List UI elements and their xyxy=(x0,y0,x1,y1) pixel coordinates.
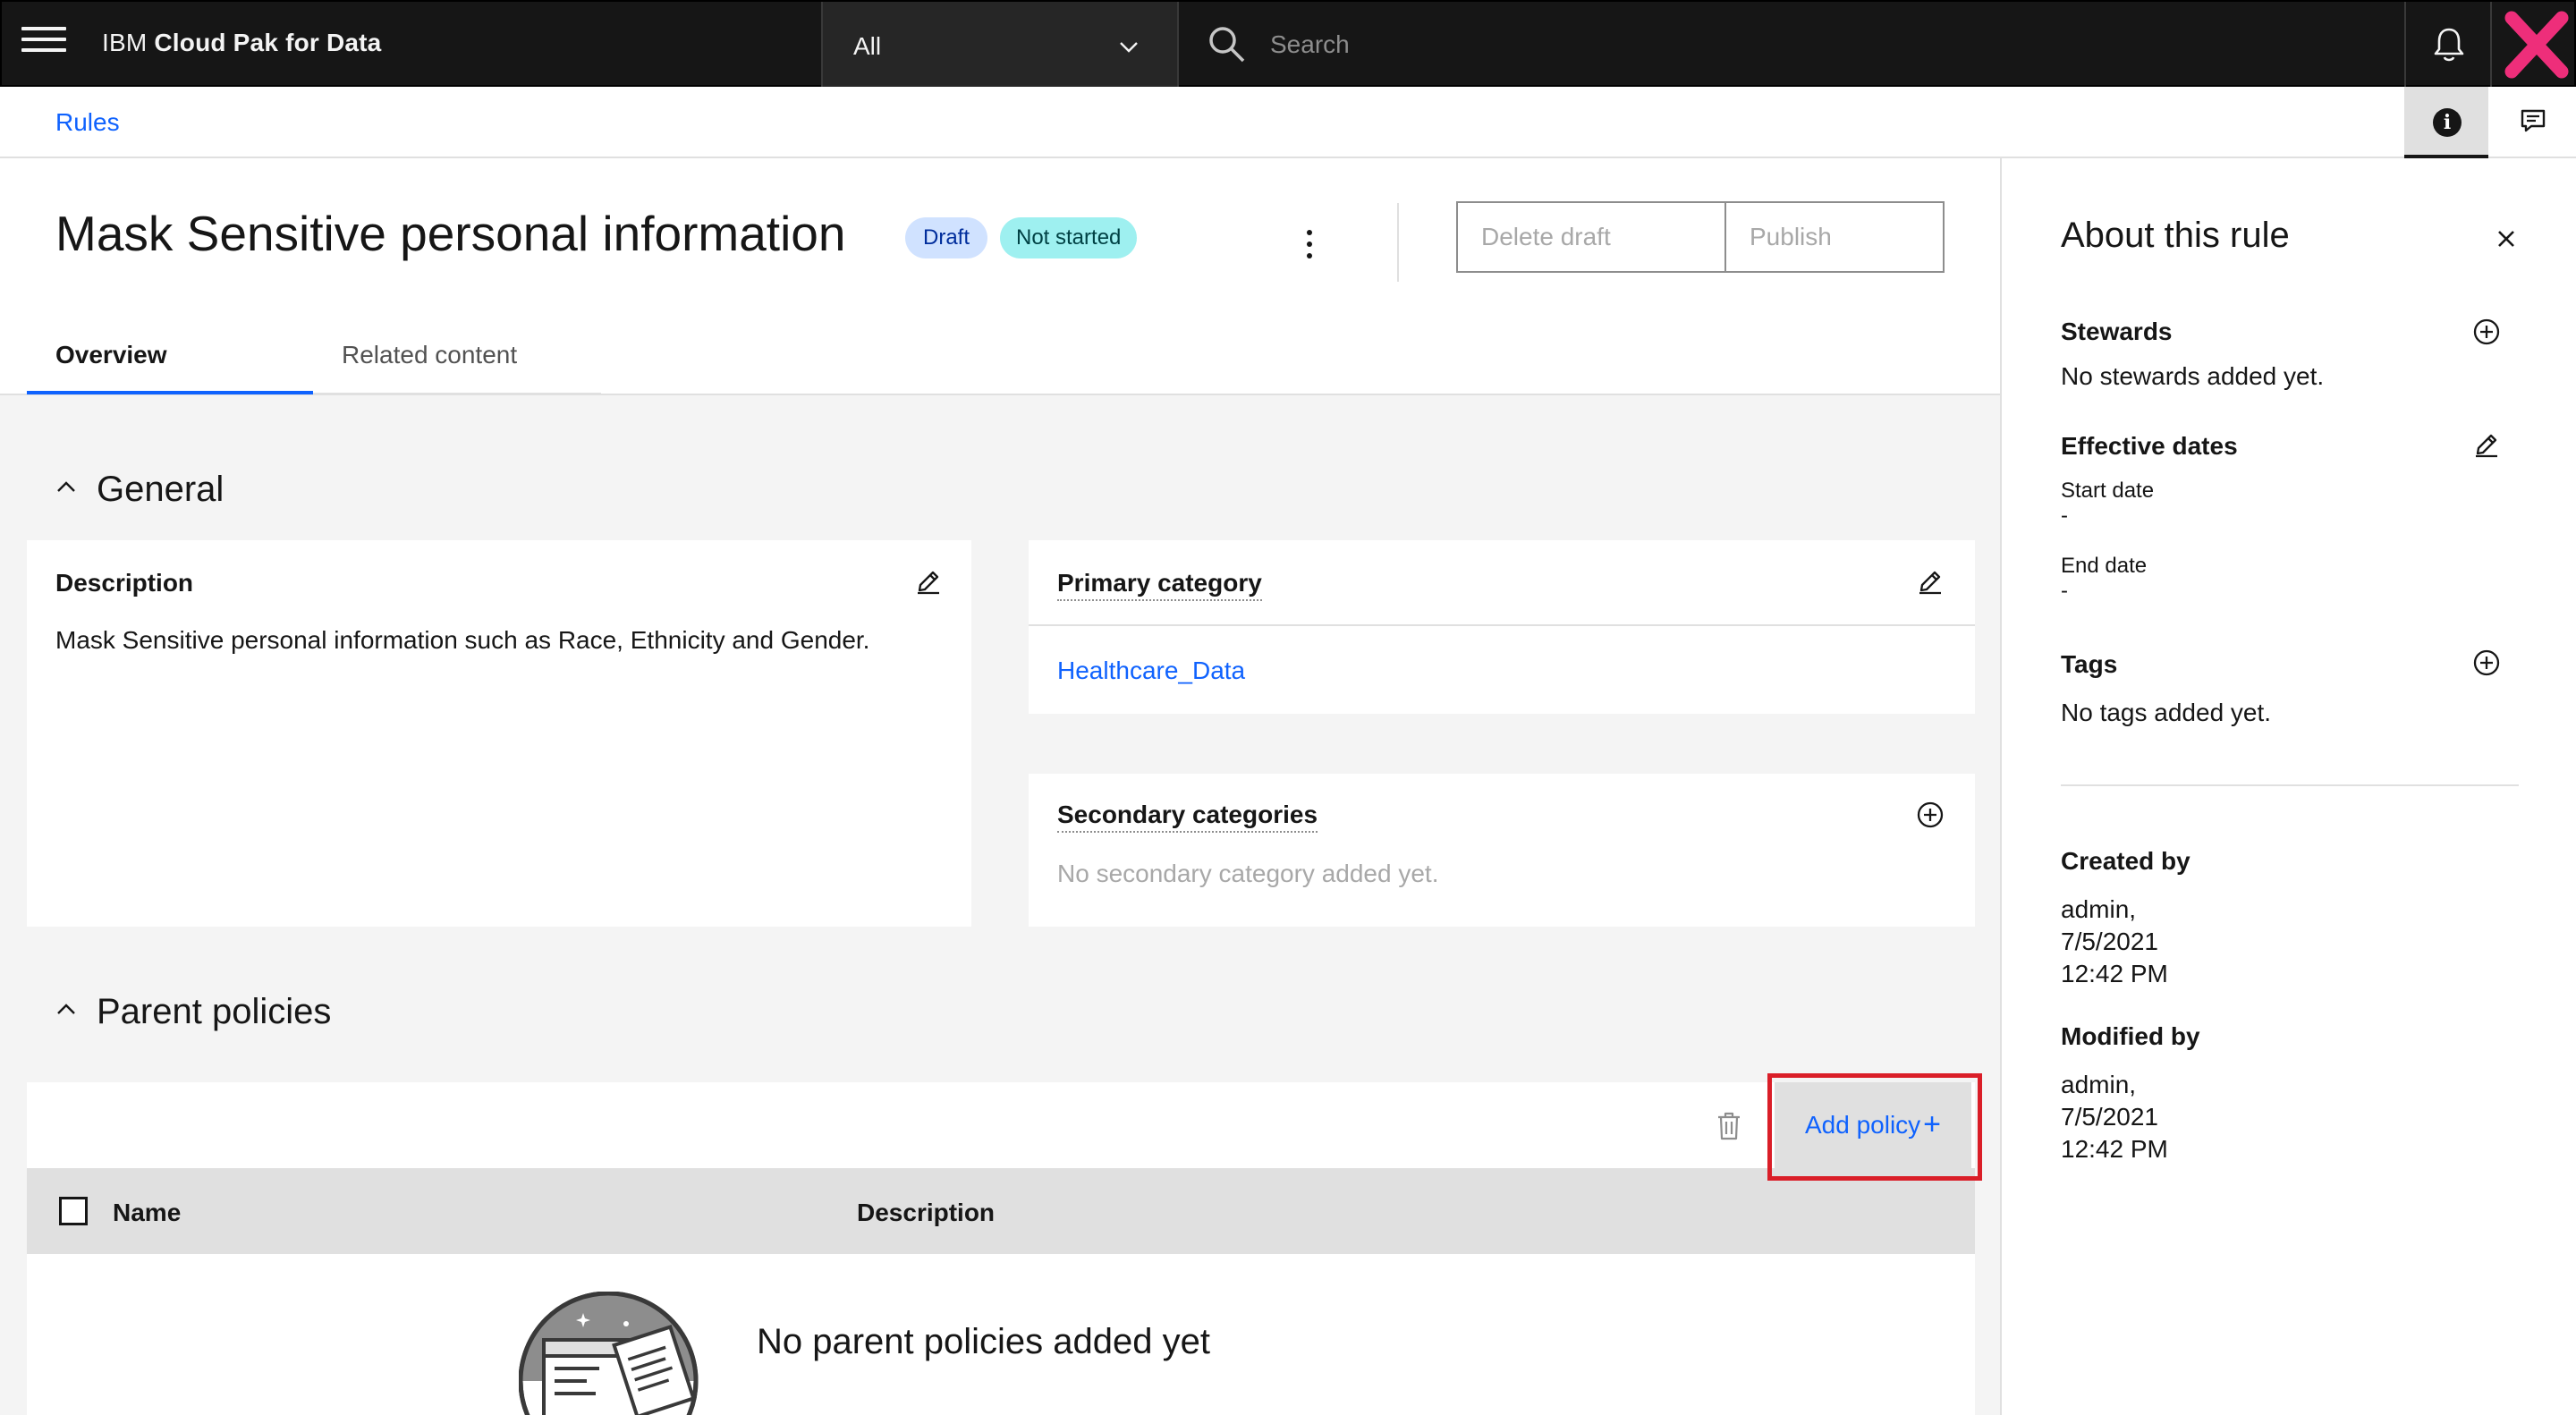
select-all-checkbox[interactable] xyxy=(59,1197,88,1225)
breadcrumb-bar: Rules i xyxy=(0,87,2576,158)
top-navigation-bar: IBM Cloud Pak for Data All Search xyxy=(0,0,2576,89)
chevron-down-icon xyxy=(1120,42,1138,53)
column-header-description[interactable]: Description xyxy=(857,1199,995,1227)
delete-draft-button[interactable]: Delete draft xyxy=(1456,201,1726,273)
description-title: Description xyxy=(55,569,194,597)
publish-button[interactable]: Publish xyxy=(1726,201,1945,273)
primary-category-link[interactable]: Healthcare_Data xyxy=(1057,657,1245,685)
modified-by-time: 12:42 PM xyxy=(2061,1135,2168,1163)
start-date-value: - xyxy=(2061,504,2068,528)
chat-icon xyxy=(2521,109,2546,132)
user-avatar-button[interactable] xyxy=(2490,2,2576,89)
breadcrumb-link-rules[interactable]: Rules xyxy=(55,108,120,137)
add-circle-icon[interactable] xyxy=(1914,799,1946,831)
edit-icon[interactable] xyxy=(2470,428,2503,461)
chevron-up-icon xyxy=(57,1004,75,1014)
primary-category-card: Primary category Healthcare_Data xyxy=(1029,540,1975,714)
search-icon[interactable] xyxy=(1206,23,1249,66)
status-badge: Not started xyxy=(1000,217,1138,258)
about-rule-panel: About this rule Stewards No stewards add… xyxy=(2004,158,2576,1415)
close-icon xyxy=(2504,11,2569,79)
end-date-value: - xyxy=(2061,579,2068,603)
end-date-label: End date xyxy=(2061,554,2148,578)
panel-title: About this rule xyxy=(2061,216,2290,255)
trash-icon[interactable] xyxy=(1716,1111,1742,1141)
add-circle-icon[interactable] xyxy=(2470,316,2503,348)
secondary-categories-card: Secondary categories No secondary catego… xyxy=(1029,774,1975,927)
search-input[interactable]: Search xyxy=(1270,30,1350,59)
menu-icon[interactable] xyxy=(21,27,66,63)
scope-dropdown-value: All xyxy=(853,32,882,60)
rule-header: Mask Sensitive personal information Draf… xyxy=(0,158,2000,395)
parent-policies-heading: Parent policies xyxy=(97,992,332,1031)
stewards-empty: No stewards added yet. xyxy=(2061,362,2325,390)
comments-panel-toggle[interactable] xyxy=(2488,87,2576,158)
overflow-menu-icon[interactable] xyxy=(1299,230,1320,266)
column-header-name[interactable]: Name xyxy=(113,1199,181,1227)
about-panel-toggle[interactable]: i xyxy=(2404,87,2488,158)
description-card: Description Mask Sensitive personal info… xyxy=(27,540,971,927)
divider xyxy=(1029,624,1975,626)
effective-dates-label: Effective dates xyxy=(2061,432,2238,460)
main-content: Mask Sensitive personal information Draf… xyxy=(0,158,2002,1415)
modified-by-label: Modified by xyxy=(2061,1022,2200,1050)
primary-category-title: Primary category xyxy=(1057,569,1262,601)
modified-by-date: 7/5/2021 xyxy=(2061,1103,2158,1131)
empty-state-message: No parent policies added yet xyxy=(757,1322,1210,1361)
notification-icon xyxy=(2434,28,2464,62)
close-icon[interactable] xyxy=(2490,223,2522,255)
draft-badge: Draft xyxy=(905,217,988,258)
brand-prefix: IBM xyxy=(102,29,148,56)
empty-state-illustration xyxy=(519,1292,699,1415)
edit-icon[interactable] xyxy=(1914,565,1946,597)
add-circle-icon[interactable] xyxy=(2470,647,2503,679)
general-section-toggle[interactable]: General xyxy=(55,470,224,510)
chevron-up-icon xyxy=(57,481,75,492)
edit-icon[interactable] xyxy=(912,565,945,597)
created-by-time: 12:42 PM xyxy=(2061,960,2168,987)
tab-related-content[interactable]: Related content xyxy=(313,326,601,394)
secondary-categories-title: Secondary categories xyxy=(1057,801,1318,833)
page-title: Mask Sensitive personal information xyxy=(55,206,846,261)
created-by-user: admin, xyxy=(2061,895,2137,923)
table-toolbar: Add policy + xyxy=(27,1082,1975,1168)
modified-by-user: admin, xyxy=(2061,1071,2137,1098)
product-name[interactable]: IBM Cloud Pak for Data xyxy=(102,29,381,57)
highlight-box xyxy=(1767,1073,1982,1181)
brand-product: Cloud Pak for Data xyxy=(154,29,382,56)
general-heading: General xyxy=(97,470,225,509)
parent-policies-section-toggle[interactable]: Parent policies xyxy=(55,992,331,1032)
stewards-label: Stewards xyxy=(2061,318,2173,345)
tags-label: Tags xyxy=(2061,650,2118,678)
created-by-label: Created by xyxy=(2061,847,2190,875)
table-header-row: Name Description xyxy=(27,1168,1975,1254)
notifications-button[interactable] xyxy=(2404,2,2490,89)
secondary-categories-empty: No secondary category added yet. xyxy=(1057,860,1439,887)
divider xyxy=(1397,203,1399,282)
start-date-label: Start date xyxy=(2061,479,2155,503)
tags-empty: No tags added yet. xyxy=(2061,699,2272,726)
divider xyxy=(2061,784,2519,786)
tab-overview[interactable]: Overview xyxy=(27,326,313,394)
info-icon: i xyxy=(2433,108,2462,137)
created-by-date: 7/5/2021 xyxy=(2061,928,2158,955)
description-text: Mask Sensitive personal information such… xyxy=(55,626,870,654)
scope-dropdown[interactable]: All xyxy=(821,2,1179,89)
table-empty-state: No parent policies added yet xyxy=(27,1254,1975,1415)
